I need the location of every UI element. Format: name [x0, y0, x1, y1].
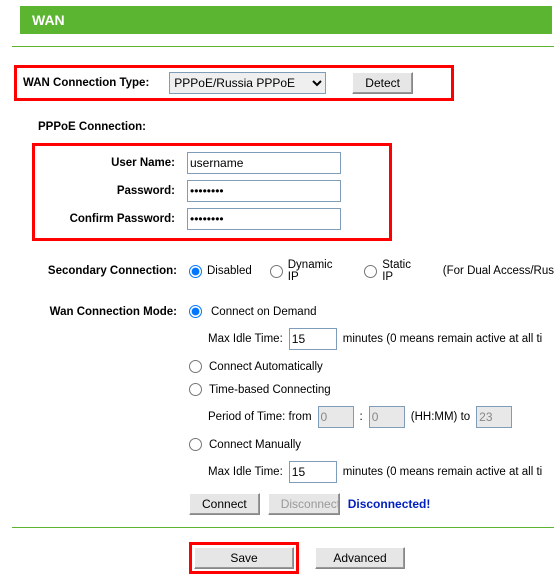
save-highlight: Save [189, 542, 299, 574]
conn-type-label: WAN Connection Type: [23, 77, 149, 89]
save-button[interactable]: Save [194, 547, 294, 569]
pppoe-section-title: PPPoE Connection: [38, 121, 554, 133]
max-idle-suffix-1: minutes (0 means remain active at all ti [343, 333, 542, 345]
advanced-button[interactable]: Advanced [315, 547, 405, 569]
connection-status: Disconnected! [348, 497, 431, 511]
secondary-disabled-radio[interactable] [189, 265, 202, 278]
secondary-static-radio[interactable] [364, 265, 377, 278]
pppoe-highlight: User Name: Password: Confirm Password: [32, 143, 392, 241]
period-from-input [318, 406, 354, 428]
password-label: Password: [35, 185, 187, 197]
mode-on-demand-label: Connect on Demand [211, 306, 316, 318]
secondary-dynamic-radio[interactable] [270, 265, 283, 278]
username-label: User Name: [35, 157, 187, 169]
period-row: Period of Time: from : (HH:MM) to [208, 406, 554, 428]
detect-button[interactable]: Detect [352, 72, 413, 94]
mode-manual-label: Connect Manually [209, 439, 301, 451]
secondary-label: Secondary Connection: [12, 265, 189, 277]
max-idle-label-1: Max Idle Time: [208, 333, 283, 345]
secondary-note: (For Dual Access/Rus [443, 265, 554, 277]
max-idle-row-2: Max Idle Time: minutes (0 means remain a… [208, 461, 554, 483]
period-hhmm: (HH:MM) to [411, 411, 470, 423]
username-input[interactable] [187, 152, 341, 174]
period-end-input [476, 406, 512, 428]
max-idle-suffix-2: minutes (0 means remain active at all ti [343, 466, 542, 478]
mode-time-label: Time-based Connecting [209, 384, 331, 396]
divider-bottom [12, 527, 554, 528]
mode-auto-radio[interactable] [189, 360, 202, 373]
period-label: Period of Time: from [208, 411, 312, 423]
max-idle-input-2[interactable] [289, 461, 337, 483]
connect-row: Connect Disconnect Disconnected! [189, 493, 554, 515]
confirm-password-label: Confirm Password: [35, 213, 187, 225]
footer-buttons: Save Advanced [189, 542, 554, 574]
content-area: WAN Connection Type: PPPoE/Russia PPPoE … [0, 65, 554, 574]
password-input[interactable] [187, 180, 341, 202]
conn-type-highlight: WAN Connection Type: PPPoE/Russia PPPoE … [14, 65, 454, 101]
secondary-dynamic-label: Dynamic IP [288, 259, 346, 283]
conn-type-select[interactable]: PPPoE/Russia PPPoE [169, 72, 326, 94]
confirm-password-input[interactable] [187, 208, 341, 230]
period-to-input [369, 406, 405, 428]
divider [12, 46, 554, 47]
max-idle-label-2: Max Idle Time: [208, 466, 283, 478]
mode-on-demand-radio[interactable] [189, 305, 202, 318]
max-idle-row-1: Max Idle Time: minutes (0 means remain a… [208, 328, 554, 350]
connect-button[interactable]: Connect [189, 493, 260, 515]
mode-time-radio[interactable] [189, 383, 202, 396]
period-sep: : [360, 411, 363, 423]
page-title: WAN [20, 6, 552, 34]
secondary-static-label: Static IP [382, 259, 425, 283]
mode-manual-radio[interactable] [189, 438, 202, 451]
max-idle-input-1[interactable] [289, 328, 337, 350]
secondary-disabled-label: Disabled [207, 265, 252, 277]
disconnect-button: Disconnect [268, 493, 340, 515]
mode-label: Wan Connection Mode: [12, 306, 189, 318]
mode-auto-label: Connect Automatically [209, 361, 323, 373]
